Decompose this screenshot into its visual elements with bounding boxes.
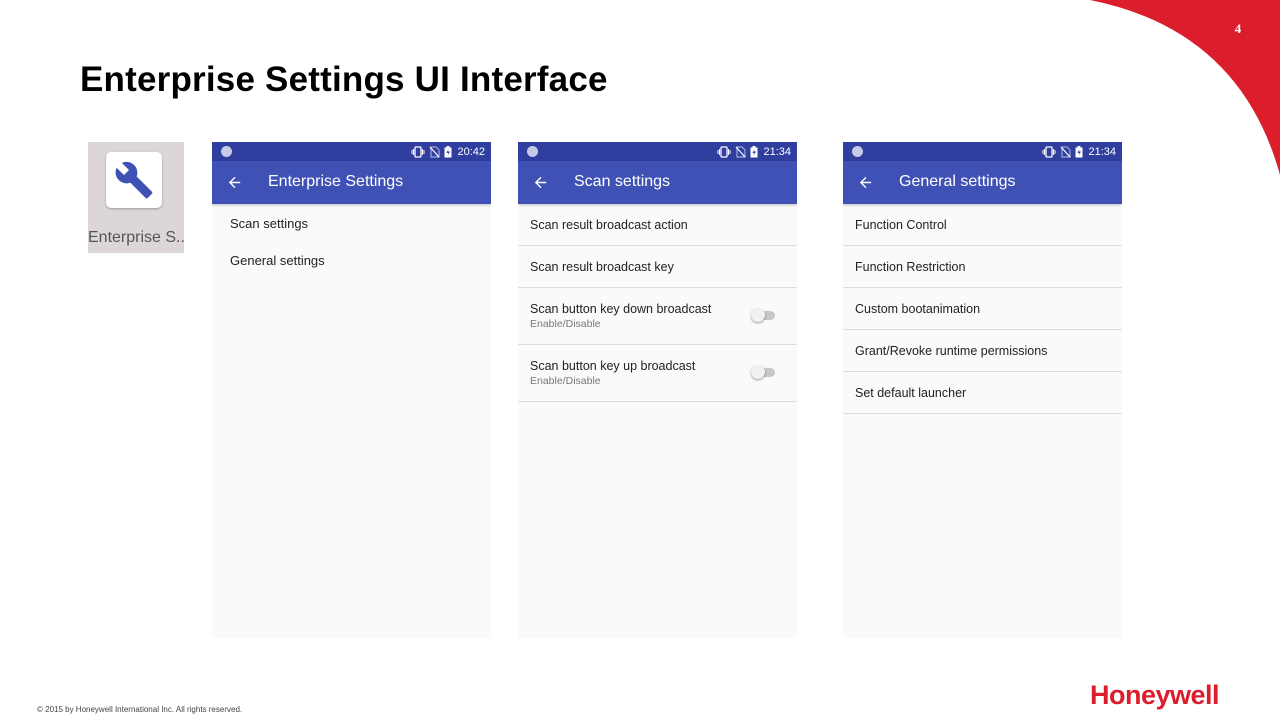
setting-label: Scan result broadcast action	[530, 217, 688, 232]
battery-charging-icon	[444, 145, 452, 157]
no-sim-icon	[736, 145, 747, 158]
key-down-toggle-switch[interactable]	[751, 308, 775, 322]
setting-default-launcher[interactable]: Set default launcher	[843, 372, 1122, 414]
back-arrow-icon[interactable]	[532, 174, 549, 191]
phone-screen-general-settings: 21:34 General settings Function Control …	[843, 142, 1122, 638]
setting-key-down-broadcast[interactable]: Scan button key down broadcast Enable/Di…	[518, 288, 797, 345]
appbar-title: Enterprise Settings	[268, 173, 404, 190]
phone-screen-scan-settings: 21:34 Scan settings Scan result broadcas…	[518, 142, 797, 638]
status-time: 20:42	[457, 145, 485, 158]
back-arrow-icon[interactable]	[226, 174, 243, 191]
app-launcher-tile[interactable]: Enterprise S..	[88, 142, 184, 253]
app-bar: General settings	[843, 161, 1122, 204]
setting-label: Grant/Revoke runtime permissions	[855, 343, 1048, 358]
setting-label: Scan result broadcast key	[530, 259, 674, 274]
menu-item-label: Scan settings	[230, 216, 309, 231]
setting-custom-bootanimation[interactable]: Custom bootanimation	[843, 288, 1122, 330]
notification-dot-icon	[221, 146, 232, 157]
setting-label: Function Control	[855, 217, 947, 232]
vibrate-icon	[717, 145, 731, 158]
setting-sublabel: Enable/Disable	[530, 375, 601, 387]
no-sim-icon	[1061, 145, 1072, 158]
phone-screen-enterprise-settings: 20:42 Enterprise Settings Scan settings …	[212, 142, 491, 638]
vibrate-icon	[411, 145, 425, 158]
setting-label: Scan button key up broadcast	[530, 359, 696, 373]
setting-sublabel: Enable/Disable	[530, 318, 601, 330]
app-bar: Scan settings	[518, 161, 797, 204]
setting-label: Function Restriction	[855, 259, 966, 274]
setting-function-control[interactable]: Function Control	[843, 204, 1122, 246]
battery-charging-icon	[1075, 145, 1083, 157]
battery-charging-icon	[750, 145, 758, 157]
app-bar: Enterprise Settings	[212, 161, 491, 204]
menu-item-label: General settings	[230, 253, 325, 268]
menu-item-general-settings[interactable]: General settings	[212, 242, 491, 279]
appbar-title: Scan settings	[574, 173, 671, 190]
vibrate-icon	[1042, 145, 1056, 158]
status-bar: 21:34	[843, 142, 1122, 161]
page-number: 4	[1234, 21, 1242, 36]
setting-function-restriction[interactable]: Function Restriction	[843, 246, 1122, 288]
setting-runtime-permissions[interactable]: Grant/Revoke runtime permissions	[843, 330, 1122, 372]
copyright-notice: © 2015 by Honeywell International Inc. A…	[37, 705, 243, 714]
no-sim-icon	[430, 145, 441, 158]
notification-dot-icon	[527, 146, 538, 157]
honeywell-logo: Honeywell	[1090, 680, 1220, 710]
key-up-toggle-switch[interactable]	[751, 365, 775, 379]
setting-scan-result-broadcast-action[interactable]: Scan result broadcast action	[518, 204, 797, 246]
appbar-title: General settings	[899, 173, 1016, 190]
setting-label: Set default launcher	[855, 385, 967, 400]
wrench-icon	[106, 152, 162, 208]
status-bar: 20:42	[212, 142, 491, 161]
status-bar: 21:34	[518, 142, 797, 161]
status-time: 21:34	[763, 145, 791, 158]
setting-scan-result-broadcast-key[interactable]: Scan result broadcast key	[518, 246, 797, 288]
setting-label: Scan button key down broadcast	[530, 302, 712, 316]
back-arrow-icon[interactable]	[857, 174, 874, 191]
slide-title: Enterprise Settings UI Interface	[80, 60, 608, 99]
menu-item-scan-settings[interactable]: Scan settings	[212, 205, 491, 242]
app-label: Enterprise S..	[88, 229, 184, 246]
setting-label: Custom bootanimation	[855, 301, 981, 316]
notification-dot-icon	[852, 146, 863, 157]
status-time: 21:34	[1088, 145, 1116, 158]
setting-key-up-broadcast[interactable]: Scan button key up broadcast Enable/Disa…	[518, 345, 797, 402]
